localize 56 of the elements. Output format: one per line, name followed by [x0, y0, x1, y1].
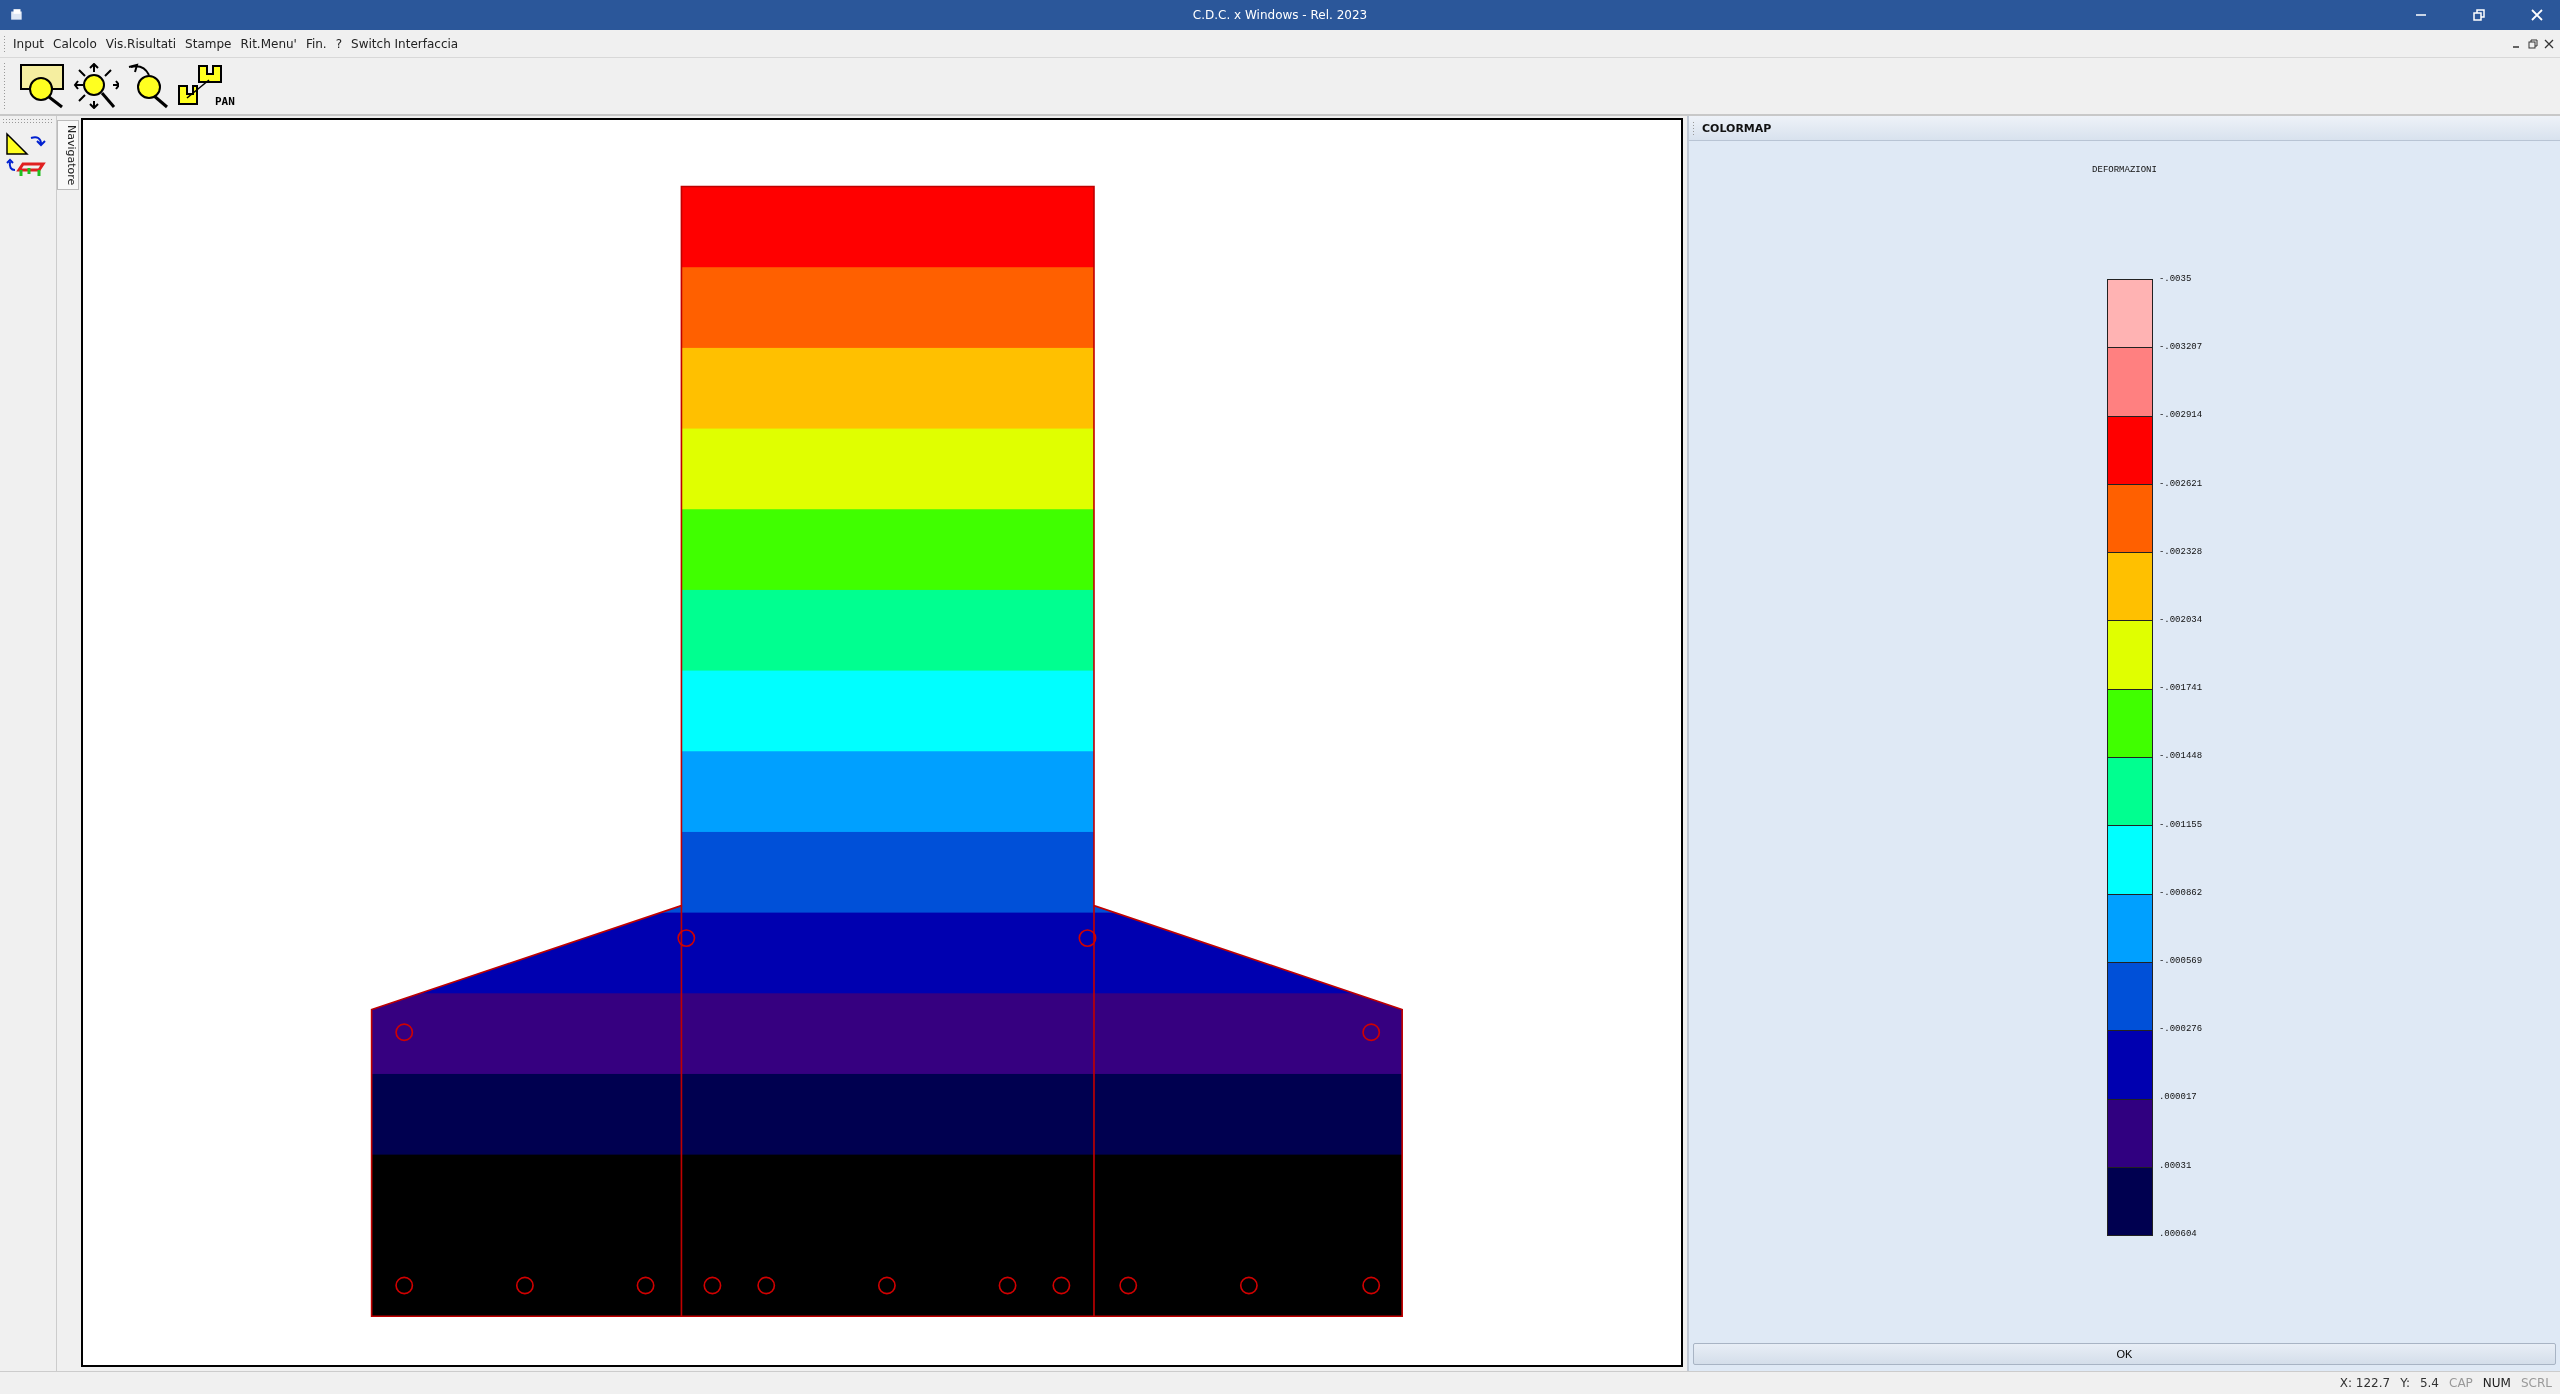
scale-label: .000017 — [2158, 1092, 2197, 1103]
scale-label: -.001448 — [2158, 751, 2203, 762]
rebar-marker — [877, 1276, 896, 1295]
ok-button[interactable]: OK — [1693, 1343, 2556, 1365]
menu-item[interactable]: Fin. — [305, 36, 327, 51]
scale-label: -.002914 — [2158, 410, 2203, 421]
scale-label: -.002328 — [2158, 546, 2203, 557]
scale-label: -.000862 — [2158, 887, 2203, 898]
rebar-marker — [703, 1276, 722, 1295]
y-coordinate: 5.4 — [2419, 1376, 2439, 1390]
menu-item[interactable]: Calcolo — [53, 36, 97, 51]
panel-title: COLORMAP — [1702, 121, 1772, 135]
restore-icon[interactable] — [2528, 38, 2538, 49]
rebar-marker — [1239, 1276, 1258, 1295]
scale-label: -.000276 — [2158, 1024, 2203, 1035]
scale-label: .000604 — [2158, 1228, 2197, 1239]
scale-label: -.000569 — [2158, 955, 2203, 966]
rebar-marker — [636, 1276, 655, 1295]
scale-label: -.0035 — [2158, 274, 2192, 285]
rebar-marker — [395, 1023, 414, 1042]
key-indicator: NUM — [2482, 1376, 2511, 1390]
colormap-heading: DEFORMAZIONI — [2092, 165, 2157, 175]
rebar-marker — [677, 929, 696, 948]
close-icon[interactable] — [2544, 38, 2554, 49]
menu-item[interactable]: ? — [335, 36, 343, 51]
app-icon — [10, 8, 24, 22]
key-indicator: SCRL — [2520, 1376, 2552, 1390]
scale-label: .00031 — [2158, 1160, 2192, 1171]
navigator-tab[interactable]: Navigatore — [57, 120, 79, 191]
window-title: C.D.C. x Windows - Rel. 2023 — [1192, 8, 1368, 22]
scale-label: -.002034 — [2158, 615, 2203, 626]
menu-item[interactable]: Input — [13, 36, 45, 51]
rebar-marker — [757, 1276, 776, 1295]
rebar-marker — [998, 1276, 1017, 1295]
menu-item[interactable]: Rit.Menu' — [240, 36, 297, 51]
key-indicator: CAP — [2449, 1376, 2473, 1390]
menu-item[interactable]: Stampe — [185, 36, 232, 51]
scale-label: -.001741 — [2158, 683, 2203, 694]
x-coordinate: X: 122.7 — [2339, 1376, 2391, 1390]
menu-item[interactable]: Vis.Risultati — [105, 36, 177, 51]
rebar-marker — [1052, 1276, 1071, 1295]
restore-icon[interactable] — [2472, 8, 2486, 22]
zoom-window-icon[interactable] — [19, 63, 67, 109]
scale-label: -.001155 — [2158, 819, 2203, 830]
scale-label: -.002621 — [2158, 478, 2203, 489]
rebar-marker — [1362, 1276, 1381, 1295]
rebar-marker — [1362, 1023, 1381, 1042]
rebar-marker — [515, 1276, 534, 1295]
rebar-marker — [395, 1276, 414, 1295]
menu-item[interactable]: Switch Interfaccia — [351, 36, 459, 51]
y-label: Y: — [2400, 1376, 2410, 1390]
pan-button[interactable]: PAN — [177, 64, 235, 108]
scale-label: -.003207 — [2158, 342, 2203, 353]
zoom-extents-icon[interactable] — [73, 63, 119, 109]
rebar-marker — [1119, 1276, 1138, 1295]
rebar-marker — [1078, 929, 1097, 948]
